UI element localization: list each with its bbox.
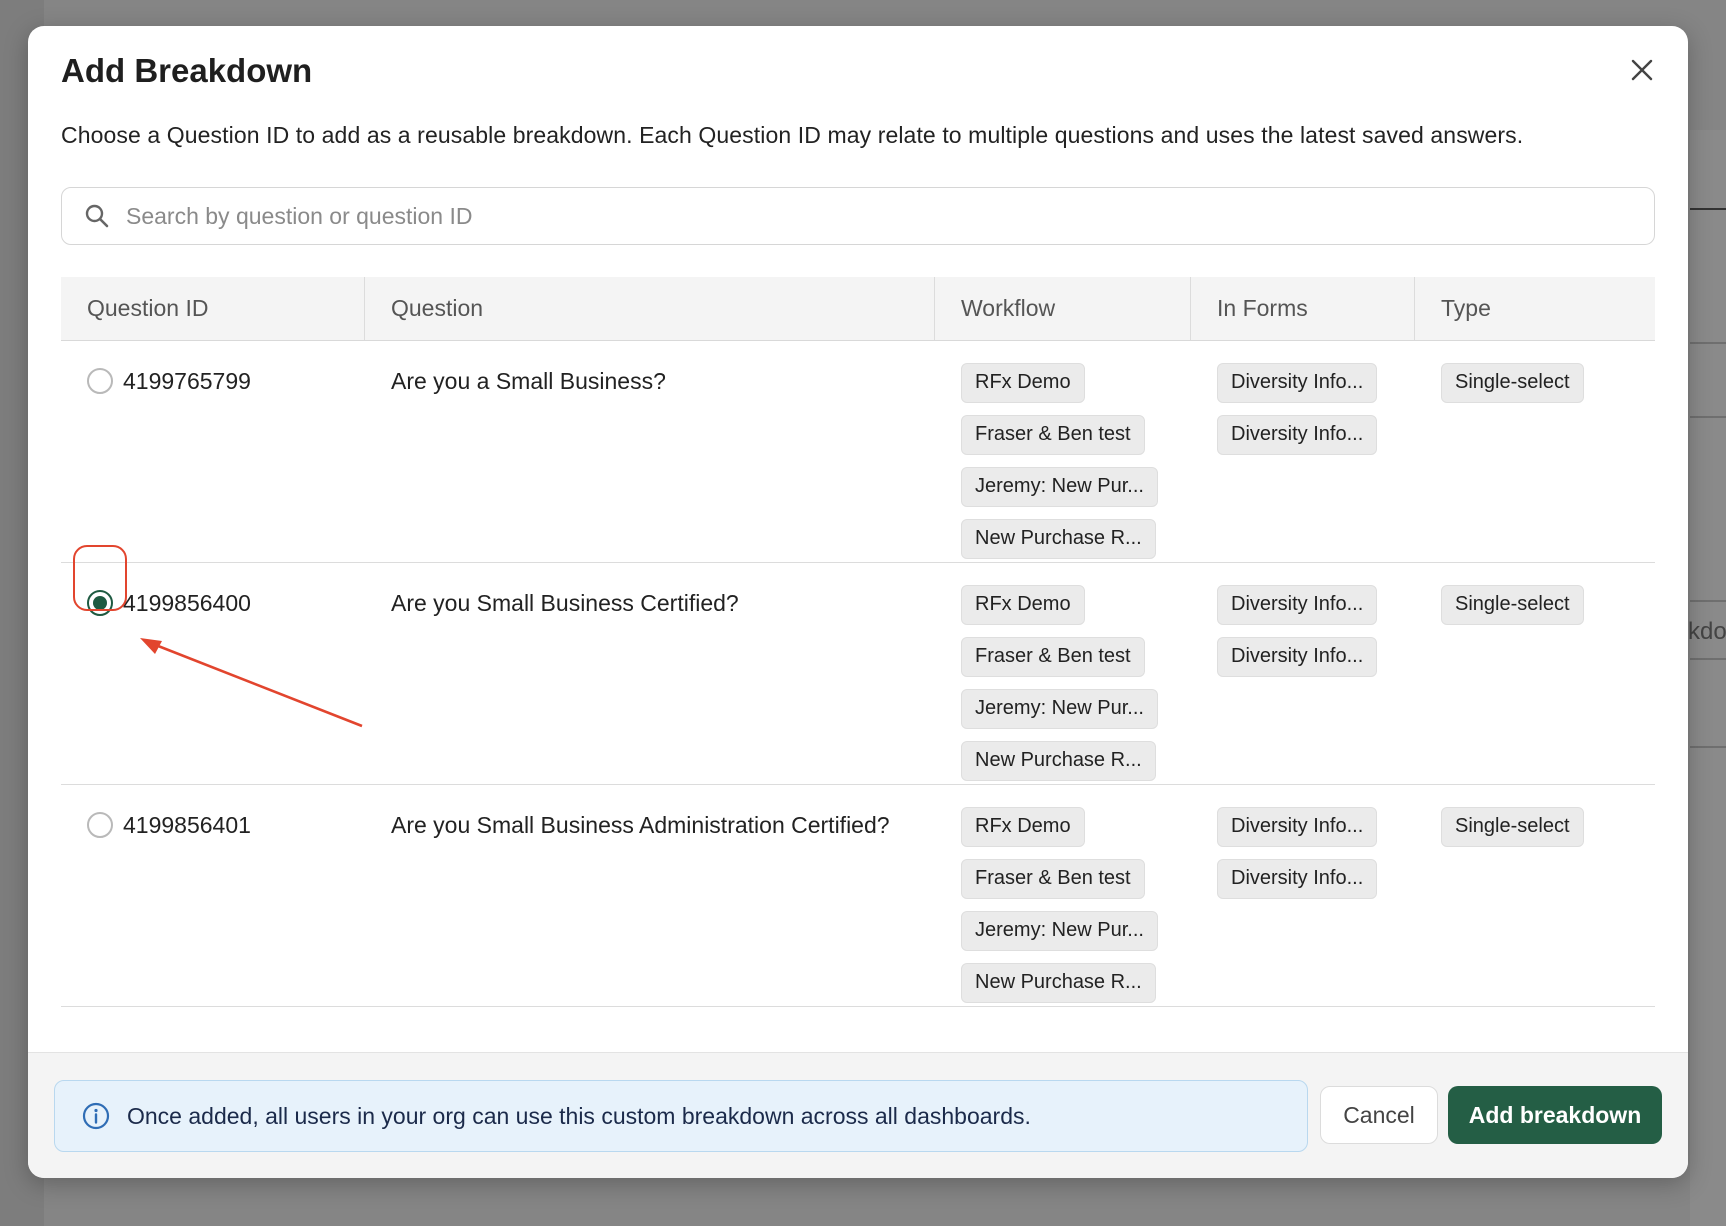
table-row[interactable]: 4199856400 Are you Small Business Certif… [61,563,1655,785]
info-text: Once added, all users in your org can us… [127,1102,1031,1129]
row-radio[interactable] [87,368,113,394]
workflow-chip: New Purchase R... [961,741,1156,781]
question-text: Are you a Small Business? [391,368,666,394]
question-id: 4199765799 [123,368,251,394]
search-input[interactable] [126,202,1626,230]
close-icon [1631,59,1653,81]
type-cell: Single-select [1415,341,1655,562]
question-id-cell: 4199856400 [61,563,365,784]
column-header-question-id: Question ID [61,277,365,340]
background-divider [1690,746,1726,748]
search-field[interactable] [61,187,1655,245]
type-cell: Single-select [1415,563,1655,784]
workflow-chip: RFx Demo [961,585,1085,625]
row-radio-selected[interactable] [87,590,113,616]
workflow-cell: RFx Demo Fraser & Ben test Jeremy: New P… [935,785,1191,1006]
form-chip: Diversity Info... [1217,807,1378,847]
form-chip: Diversity Info... [1217,415,1378,455]
question-id: 4199856401 [123,812,251,838]
workflow-chip: Jeremy: New Pur... [961,689,1158,729]
info-banner: Once added, all users in your org can us… [54,1080,1308,1152]
form-chip: Diversity Info... [1217,585,1378,625]
workflow-chip: Fraser & Ben test [961,415,1145,455]
question-table: Question ID Question Workflow In Forms T… [61,277,1655,1007]
background-divider [1690,416,1726,418]
question-id-cell: 4199765799 [61,341,365,562]
column-header-in-forms: In Forms [1191,277,1415,340]
workflow-chip: RFx Demo [961,363,1085,403]
row-radio[interactable] [87,812,113,838]
search-icon [82,201,112,231]
question-text: Are you Small Business Administration Ce… [391,812,890,838]
forms-cell: Diversity Info... Diversity Info... [1191,341,1415,562]
column-header-workflow: Workflow [935,277,1191,340]
table-row[interactable]: 4199765799 Are you a Small Business? RFx… [61,341,1655,563]
table-row[interactable]: 4199856401 Are you Small Business Admini… [61,785,1655,1007]
workflow-chip: RFx Demo [961,807,1085,847]
type-chip: Single-select [1441,807,1584,847]
table-header: Question ID Question Workflow In Forms T… [61,277,1655,341]
dialog-footer: Once added, all users in your org can us… [28,1052,1688,1178]
forms-cell: Diversity Info... Diversity Info... [1191,563,1415,784]
background-divider [1690,658,1726,660]
add-breakdown-button[interactable]: Add breakdown [1448,1086,1662,1144]
info-icon [81,1101,111,1131]
background-partial-text: kdo [1688,618,1726,645]
workflow-chip: Fraser & Ben test [961,859,1145,899]
forms-cell: Diversity Info... Diversity Info... [1191,785,1415,1006]
dialog-description: Choose a Question ID to add as a reusabl… [61,122,1524,148]
form-chip: Diversity Info... [1217,637,1378,677]
background-divider [1690,600,1726,602]
column-header-type: Type [1441,295,1491,321]
workflow-chip: Jeremy: New Pur... [961,467,1158,507]
type-cell: Single-select [1415,785,1655,1006]
background-divider [1690,342,1726,344]
question-id-cell: 4199856401 [61,785,365,1006]
workflow-chip: New Purchase R... [961,963,1156,1003]
column-header-question: Question [365,277,935,340]
add-breakdown-dialog: Add Breakdown Choose a Question ID to ad… [28,26,1688,1178]
workflow-cell: RFx Demo Fraser & Ben test Jeremy: New P… [935,563,1191,784]
question-id: 4199856400 [123,590,251,616]
dialog-title: Add Breakdown [61,52,313,89]
question-text: Are you Small Business Certified? [391,590,739,616]
background-divider [1690,208,1726,210]
workflow-chip: Fraser & Ben test [961,637,1145,677]
workflow-cell: RFx Demo Fraser & Ben test Jeremy: New P… [935,341,1191,562]
form-chip: Diversity Info... [1217,859,1378,899]
background-sidebar [1690,130,1726,1226]
workflow-chip: Jeremy: New Pur... [961,911,1158,951]
close-button[interactable] [1622,50,1662,90]
type-chip: Single-select [1441,585,1584,625]
workflow-chip: New Purchase R... [961,519,1156,559]
cancel-button[interactable]: Cancel [1320,1086,1438,1144]
form-chip: Diversity Info... [1217,363,1378,403]
type-chip: Single-select [1441,363,1584,403]
